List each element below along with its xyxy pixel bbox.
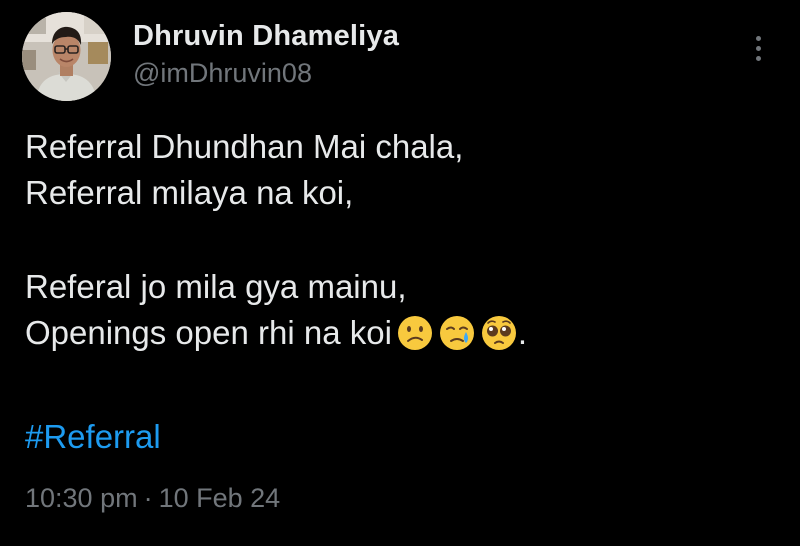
tweet-line: Referal jo mila gya mainu, [25,268,407,305]
hashtag-link[interactable]: #Referral [25,418,161,456]
meta-separator: · [143,483,153,513]
tweet-line: Openings open rhi na koi [25,314,392,351]
confused-face-icon [396,314,434,364]
more-options-icon[interactable] [750,36,768,64]
author-avatar[interactable] [22,12,111,101]
avatar-photo-icon [22,12,111,101]
tweet-card: Dhruvin Dhameliya @imDhruvin08 Referral … [0,0,800,546]
pleading-face-icon [480,314,518,364]
tweet-text: Referral Dhundhan Mai chala, Referral mi… [25,124,765,356]
tweet-line-with-emoji: Openings open rhi na koi. [25,310,765,356]
tweet-timestamp[interactable]: 10:30 pm · 10 Feb 24 [25,483,280,514]
tweet-date: 10 Feb 24 [158,483,281,513]
tweet-time: 10:30 pm [25,483,138,513]
crying-face-icon [438,314,476,364]
trailing-punctuation: . [517,314,528,351]
tweet-line: Referral Dhundhan Mai chala, [25,128,464,165]
author-display-name[interactable]: Dhruvin Dhameliya [133,20,399,53]
tweet-line: Referral milaya na koi, [25,174,354,211]
author-handle[interactable]: @imDhruvin08 [133,58,312,89]
